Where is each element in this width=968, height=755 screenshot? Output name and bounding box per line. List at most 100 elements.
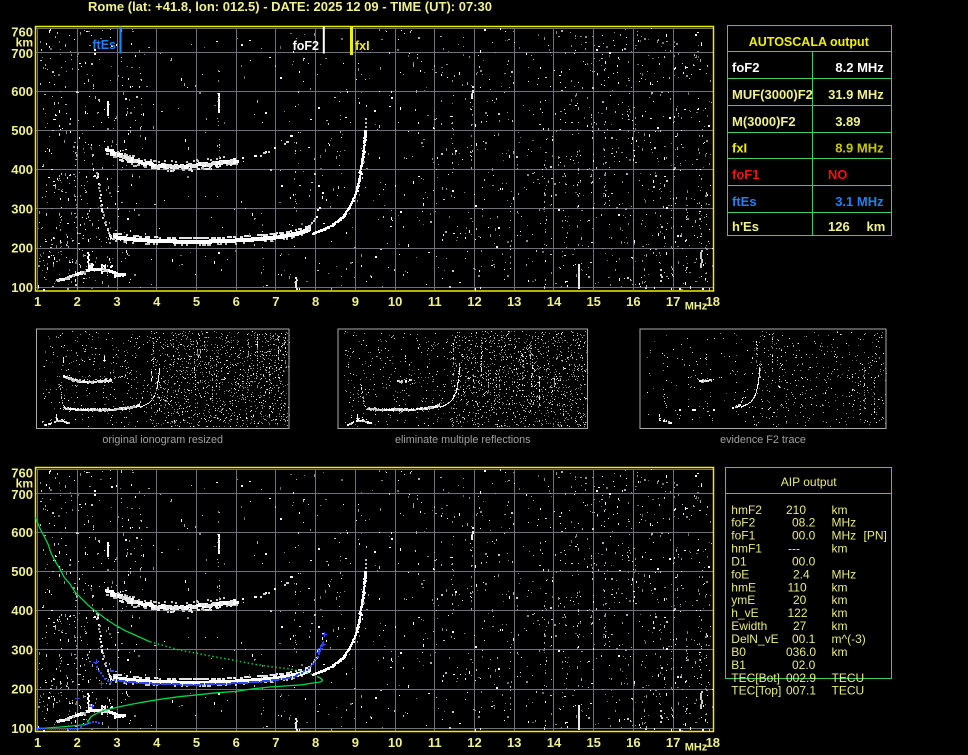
- svg-text:700: 700: [11, 487, 33, 502]
- svg-text:200: 200: [11, 241, 33, 256]
- svg-text:16: 16: [626, 294, 640, 309]
- svg-text:8: 8: [312, 735, 319, 750]
- svg-text:MHz: MHz: [832, 529, 857, 543]
- svg-text:20: 20: [793, 593, 807, 607]
- svg-text:ftEs: ftEs: [92, 38, 116, 52]
- svg-text:MHz: MHz: [832, 567, 857, 581]
- svg-text:15: 15: [586, 735, 600, 750]
- svg-text:2.4: 2.4: [793, 567, 810, 581]
- svg-text:km: km: [832, 580, 848, 594]
- svg-text:16: 16: [626, 735, 640, 750]
- svg-text:6: 6: [233, 294, 240, 309]
- svg-text:18: 18: [706, 294, 720, 309]
- svg-text:[PN]: [PN]: [864, 529, 887, 543]
- svg-text:B0: B0: [731, 645, 746, 659]
- svg-text:1: 1: [34, 735, 41, 750]
- svg-text:14: 14: [547, 294, 562, 309]
- svg-text:B1: B1: [731, 658, 746, 672]
- svg-text:km: km: [832, 606, 848, 620]
- svg-text:foE: foE: [731, 567, 749, 581]
- svg-text:3.89: 3.89: [835, 114, 860, 129]
- svg-text:6: 6: [233, 735, 240, 750]
- svg-text:eliminate multiple reflections: eliminate multiple reflections: [395, 434, 531, 446]
- svg-text:007.1: 007.1: [786, 684, 816, 698]
- svg-text:foF2: foF2: [293, 39, 319, 53]
- svg-text:4: 4: [153, 735, 161, 750]
- svg-text:300: 300: [11, 642, 33, 657]
- svg-text:200: 200: [11, 682, 33, 697]
- svg-text:MUF(3000)F2: MUF(3000)F2: [732, 87, 813, 102]
- svg-text:600: 600: [11, 525, 33, 540]
- svg-text:100: 100: [11, 721, 33, 736]
- svg-text:MHz: MHz: [685, 301, 708, 313]
- svg-text:NO: NO: [828, 167, 848, 182]
- svg-text:600: 600: [11, 84, 33, 99]
- svg-text:MHz: MHz: [832, 516, 857, 530]
- svg-text:17: 17: [666, 735, 680, 750]
- svg-text:7: 7: [272, 294, 279, 309]
- svg-text:110: 110: [788, 580, 807, 594]
- svg-text:h_vE: h_vE: [731, 606, 758, 620]
- svg-text:00.0: 00.0: [792, 529, 816, 543]
- svg-text:036.0: 036.0: [786, 645, 816, 659]
- svg-text:km: km: [832, 619, 848, 633]
- svg-text:10: 10: [388, 294, 402, 309]
- svg-text:18: 18: [706, 735, 720, 750]
- svg-text:3: 3: [113, 294, 120, 309]
- svg-text:TEC[Bot]: TEC[Bot]: [731, 671, 780, 685]
- svg-text:11: 11: [428, 735, 442, 750]
- svg-text:27: 27: [793, 619, 807, 633]
- svg-text:original ionogram resized: original ionogram resized: [102, 434, 223, 446]
- svg-text:fxI: fxI: [732, 141, 747, 156]
- svg-text:evidence F2 trace: evidence F2 trace: [720, 434, 806, 446]
- svg-text:14: 14: [547, 735, 562, 750]
- svg-text:Rome (lat: +41.8, lon: 012.5): Rome (lat: +41.8, lon: 012.5) - DATE: 20…: [88, 0, 492, 14]
- svg-text:12: 12: [467, 735, 481, 750]
- svg-text:8: 8: [312, 294, 319, 309]
- svg-text:foF1: foF1: [731, 529, 755, 543]
- svg-text:8.2 MHz: 8.2 MHz: [835, 60, 884, 75]
- svg-text:AIP output: AIP output: [781, 475, 837, 489]
- svg-text:TECU: TECU: [832, 671, 865, 685]
- svg-text:foF2: foF2: [731, 516, 755, 530]
- svg-text:hmE: hmE: [731, 580, 756, 594]
- svg-text:5: 5: [193, 735, 200, 750]
- svg-text:hmF1: hmF1: [731, 542, 762, 556]
- svg-text:15: 15: [586, 294, 600, 309]
- svg-text:2: 2: [74, 735, 81, 750]
- svg-text:1: 1: [34, 294, 41, 309]
- svg-text:700: 700: [11, 46, 33, 61]
- svg-text:---: ---: [788, 542, 800, 556]
- svg-text:00.0: 00.0: [792, 555, 816, 569]
- svg-text:foF2: foF2: [732, 60, 759, 75]
- svg-text:h'Es: h'Es: [732, 219, 759, 234]
- svg-text:7: 7: [272, 735, 279, 750]
- svg-text:km: km: [832, 542, 848, 556]
- svg-text:fxI: fxI: [355, 39, 370, 53]
- svg-text:400: 400: [11, 603, 33, 618]
- svg-text:5: 5: [193, 294, 200, 309]
- svg-text:D1: D1: [731, 555, 747, 569]
- svg-text:210: 210: [786, 503, 806, 517]
- svg-text:3: 3: [113, 735, 120, 750]
- svg-text:km: km: [832, 503, 848, 517]
- svg-text:M(3000)F2: M(3000)F2: [732, 114, 796, 129]
- svg-text:100: 100: [11, 280, 33, 295]
- svg-text:km: km: [832, 645, 848, 659]
- svg-text:02.0: 02.0: [792, 658, 816, 672]
- svg-text:13: 13: [507, 735, 521, 750]
- svg-text:10: 10: [388, 735, 402, 750]
- svg-text:MHz: MHz: [685, 742, 708, 754]
- svg-text:km: km: [832, 593, 848, 607]
- svg-text:ymE: ymE: [731, 593, 755, 607]
- svg-text:11: 11: [428, 294, 442, 309]
- svg-text:3.1 MHz: 3.1 MHz: [835, 194, 884, 209]
- svg-text:2: 2: [74, 294, 81, 309]
- svg-text:500: 500: [11, 123, 33, 138]
- svg-text:DelN_vE: DelN_vE: [731, 632, 778, 646]
- svg-text:ftEs: ftEs: [732, 194, 757, 209]
- svg-text:foF1: foF1: [732, 167, 759, 182]
- svg-text:13: 13: [507, 294, 521, 309]
- svg-text:400: 400: [11, 162, 33, 177]
- svg-text:500: 500: [11, 564, 33, 579]
